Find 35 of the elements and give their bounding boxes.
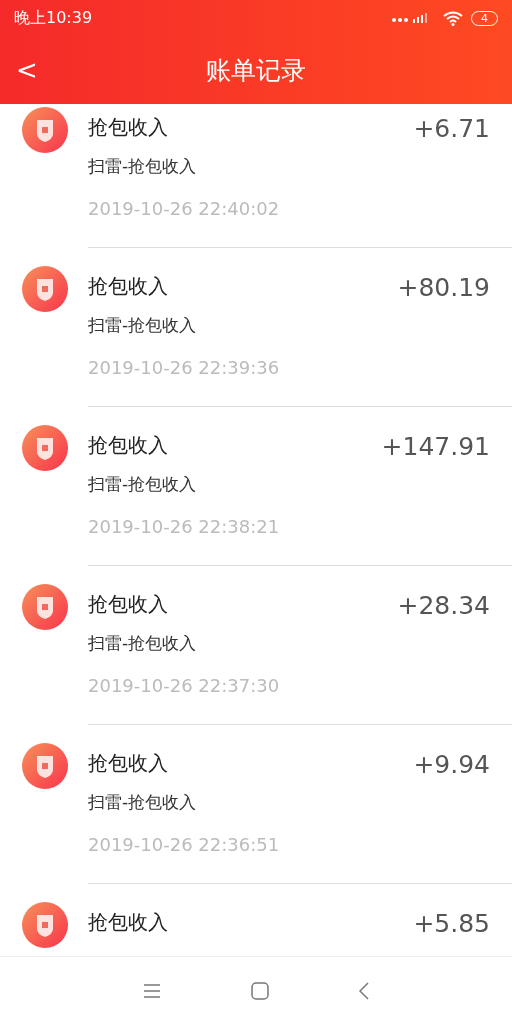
page-title: 账单记录 <box>206 54 306 87</box>
record-amount: +5.85 <box>413 909 490 938</box>
record-title: 抢包收入 <box>88 273 168 300</box>
record-title: 抢包收入 <box>88 909 168 936</box>
record-amount: +9.94 <box>413 750 490 779</box>
record-description: 扫雷-抢包收入 <box>88 155 198 178</box>
status-time: 晚上10:39 <box>14 7 93 29</box>
record-title: 抢包收入 <box>88 432 168 459</box>
record-time: 2019-10-26 22:38:21 <box>88 516 281 537</box>
shield-icon <box>22 584 68 630</box>
record-description: 扫雷-抢包收入 <box>88 791 198 814</box>
record-description: 扫雷-抢包收入 <box>88 473 198 496</box>
record-time: 2019-10-26 22:37:30 <box>88 675 281 696</box>
shield-icon <box>22 266 68 312</box>
shield-icon <box>22 425 68 471</box>
back-button[interactable]: < <box>10 53 44 87</box>
record-time: 2019-10-26 22:39:36 <box>88 357 281 378</box>
record-amount: +147.91 <box>381 432 490 461</box>
wifi-icon <box>443 10 463 26</box>
record-description: 扫雷-抢包收入 <box>88 632 198 655</box>
record-title: 抢包收入 <box>88 591 168 618</box>
record-amount: +6.71 <box>413 114 490 143</box>
shield-icon <box>22 743 68 789</box>
record-time: 2019-10-26 22:40:02 <box>88 198 281 219</box>
record-description: 扫雷-抢包收入 <box>88 314 198 337</box>
record-amount: +80.19 <box>397 273 490 302</box>
menu-icon[interactable] <box>143 984 161 998</box>
back-icon[interactable] <box>359 982 369 1000</box>
shield-icon <box>22 107 68 153</box>
record-time: 2019-10-26 22:36:51 <box>88 834 281 855</box>
home-icon[interactable] <box>251 982 269 1000</box>
record-amount: +28.34 <box>397 591 490 620</box>
record-title: 抢包收入 <box>88 750 168 777</box>
record-title: 抢包收入 <box>88 114 168 141</box>
shield-icon <box>22 902 68 948</box>
